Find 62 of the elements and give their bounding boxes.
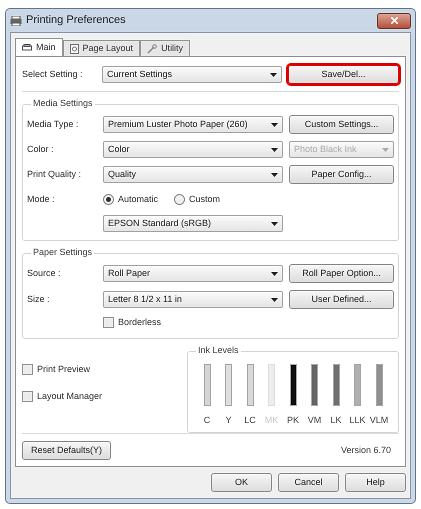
close-icon — [390, 17, 398, 24]
button[interactable]: Custom Settings... — [289, 115, 394, 134]
button[interactable]: Cancel — [278, 473, 339, 492]
button[interactable]: Paper Config... — [289, 165, 394, 184]
button[interactable]: User Defined... — [289, 290, 394, 309]
dropdown[interactable]: Current Settings — [102, 66, 282, 83]
radio-button[interactable] — [103, 194, 114, 205]
checkbox[interactable] — [22, 364, 33, 375]
radio-label: Automatic — [118, 192, 158, 206]
checkbox-label: Layout Manager — [37, 390, 102, 403]
caret-icon — [271, 272, 278, 276]
radio-label: Custom — [189, 192, 220, 206]
dropdown[interactable]: Premium Luster Photo Paper (260) — [103, 116, 283, 133]
checkbox-label: Print Preview — [37, 362, 90, 376]
group-title: Media Settings — [31, 97, 95, 110]
tab[interactable]: Page Layout — [62, 40, 140, 56]
close-button[interactable] — [377, 12, 411, 28]
radio-button[interactable] — [174, 194, 186, 205]
dropdown[interactable]: Color — [103, 141, 283, 158]
window-title: Printing Preferences — [26, 13, 126, 28]
field-label: Source : — [27, 268, 61, 278]
field-label: Color : — [27, 144, 54, 154]
field-label: Size : — [27, 294, 50, 304]
button[interactable]: OK — [211, 473, 272, 492]
caret-icon — [271, 172, 278, 176]
field-label: Print Quality : — [27, 168, 82, 179]
checkbox-label: Borderless — [118, 316, 162, 329]
ink-label: Y — [225, 414, 232, 426]
tab[interactable]: Main — [15, 38, 63, 56]
field-label: Media Type : — [27, 118, 78, 129]
printer-icon — [10, 16, 22, 26]
wrench-icon — [147, 44, 158, 54]
field-label: Select Setting : — [22, 68, 84, 81]
button[interactable]: Roll Paper Option... — [289, 264, 394, 283]
button[interactable]: Save/Del... — [288, 65, 399, 84]
ink-label: C — [204, 414, 210, 426]
caret-icon — [270, 72, 277, 76]
ink-label: VM — [308, 414, 322, 426]
checkbox[interactable] — [103, 317, 114, 328]
ink-label: LLK — [349, 414, 366, 426]
caret-icon — [271, 298, 278, 302]
field-label: Mode : — [27, 194, 55, 204]
button[interactable]: Help — [345, 473, 406, 492]
dropdown[interactable]: Roll Paper — [103, 265, 283, 282]
ink-label: VLM — [370, 414, 388, 426]
ink-label: LC — [244, 414, 256, 426]
caret-icon — [271, 148, 278, 152]
dropdown[interactable]: Letter 8 1/2 x 11 in — [103, 291, 283, 308]
checkbox[interactable] — [22, 391, 33, 402]
group-title: Paper Settings — [31, 246, 94, 260]
version-text: Version 6.70 — [340, 444, 392, 457]
tab[interactable]: Utility — [140, 40, 190, 56]
dropdown[interactable]: Quality — [103, 166, 283, 183]
caret-icon — [382, 148, 389, 152]
ink-label: PK — [286, 414, 299, 426]
button[interactable]: Reset Defaults(Y) — [22, 441, 112, 460]
dropdown[interactable]: EPSON Standard (sRGB) — [103, 215, 283, 232]
printer-icon — [22, 44, 32, 52]
page-icon — [70, 44, 79, 54]
caret-icon — [271, 122, 278, 126]
ink-label: LK — [330, 414, 342, 426]
caret-icon — [271, 222, 278, 226]
